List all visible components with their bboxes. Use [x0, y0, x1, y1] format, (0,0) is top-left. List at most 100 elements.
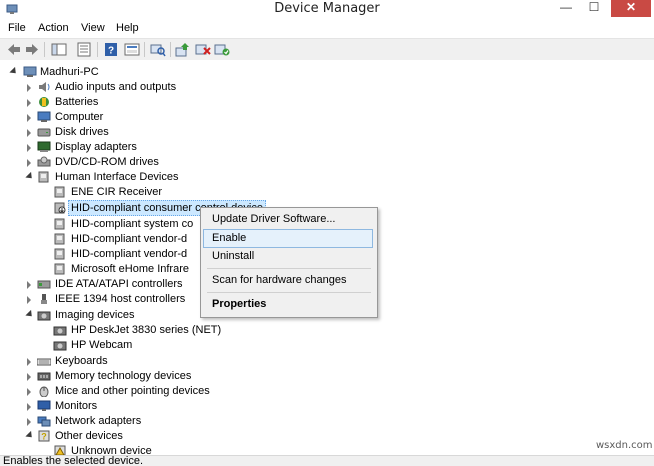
- tree-root[interactable]: Madhuri-PC: [0, 65, 200, 80]
- toolbar-separator: [97, 42, 98, 57]
- expand-arrow-icon[interactable]: [27, 373, 31, 381]
- tree-item-label: Batteries: [55, 96, 99, 108]
- tree-item-hp-deskjet[interactable]: HP DeskJet 3830 series (NET): [0, 323, 222, 338]
- battery-icon: [39, 97, 49, 107]
- toolbar-separator: [144, 42, 145, 57]
- context-separator: [207, 292, 371, 293]
- tree-item-batteries[interactable]: Batteries: [0, 95, 200, 110]
- tree-item-hid-system-control[interactable]: HID-compliant system co: [0, 217, 200, 232]
- back-icon[interactable]: [6, 42, 22, 57]
- forward-icon[interactable]: [24, 42, 40, 57]
- unknown-device-icon: [54, 445, 66, 455]
- mouse-icon: [39, 386, 49, 397]
- enable-icon[interactable]: [214, 42, 230, 57]
- tree-item-memory-tech[interactable]: Memory technology devices: [0, 369, 200, 384]
- scan-hardware-icon[interactable]: [150, 42, 166, 57]
- toolbar: ?: [0, 38, 654, 61]
- help-icon[interactable]: ?: [103, 42, 119, 57]
- expand-arrow-icon[interactable]: [27, 159, 31, 167]
- expand-arrow-icon[interactable]: [27, 296, 31, 304]
- tree-item-hid[interactable]: Human Interface Devices: [0, 170, 220, 185]
- status-text: Enables the selected device.: [3, 455, 144, 466]
- tree-item-monitors[interactable]: Monitors: [0, 399, 200, 414]
- tree-item-ehome-infrared[interactable]: Microsoft eHome Infrare: [0, 262, 200, 277]
- tree-item-dvd-drives[interactable]: DVD/CD-ROM drives: [0, 155, 200, 170]
- context-item-label: Update Driver Software...: [212, 213, 336, 225]
- context-scan-hardware[interactable]: Scan for hardware changes: [204, 272, 372, 289]
- tree-item-hp-webcam[interactable]: HP Webcam: [0, 338, 200, 353]
- svg-text:?: ?: [108, 46, 114, 57]
- disk-drive-icon: [37, 128, 51, 137]
- context-item-label: Enable: [212, 232, 247, 244]
- menu-action[interactable]: Action: [35, 19, 72, 38]
- console-view-icon[interactable]: [124, 42, 140, 57]
- tree-item-ide-controllers[interactable]: IDE ATA/ATAPI controllers: [0, 277, 200, 292]
- maximize-button[interactable]: ☐: [583, 0, 605, 17]
- tree-item-computer[interactable]: Computer: [0, 110, 200, 125]
- tree-item-imaging[interactable]: Imaging devices: [0, 308, 200, 323]
- tree-item-other-devices[interactable]: ? Other devices: [0, 429, 200, 444]
- tree-item-keyboards[interactable]: Keyboards: [0, 354, 200, 369]
- tree-item-ene-cir[interactable]: ENE CIR Receiver: [0, 185, 200, 200]
- expand-arrow-icon[interactable]: [25, 171, 35, 182]
- show-hide-console-tree-icon[interactable]: [51, 42, 67, 57]
- expand-arrow-icon[interactable]: [27, 144, 31, 152]
- context-enable[interactable]: Enable: [203, 229, 373, 248]
- hid-disabled-device-icon: [54, 202, 66, 214]
- tree-item-network[interactable]: Network adapters: [0, 414, 200, 429]
- tree-item-mice[interactable]: Mice and other pointing devices: [0, 384, 220, 399]
- expand-arrow-icon[interactable]: [27, 99, 31, 107]
- menu-view[interactable]: View: [78, 19, 108, 38]
- tree-item-unknown-device[interactable]: Unknown device: [0, 444, 200, 455]
- title-bar: Device Manager — ☐ ✕: [0, 0, 654, 19]
- context-properties[interactable]: Properties: [204, 296, 372, 313]
- expand-arrow-icon[interactable]: [9, 66, 19, 77]
- hid-device-icon: [54, 248, 65, 260]
- expand-arrow-icon[interactable]: [25, 430, 35, 441]
- dvd-drive-icon: [37, 156, 51, 167]
- expand-arrow-icon[interactable]: [27, 129, 31, 137]
- tree-item-label: Microsoft eHome Infrare: [71, 263, 189, 275]
- close-button[interactable]: ✕: [611, 0, 651, 17]
- tree-item-audio[interactable]: Audio inputs and outputs: [0, 80, 200, 95]
- tree-item-ieee1394[interactable]: IEEE 1394 host controllers: [0, 292, 200, 307]
- expand-arrow-icon[interactable]: [25, 309, 35, 320]
- context-item-label: Properties: [212, 298, 267, 310]
- properties-icon[interactable]: [76, 42, 92, 57]
- menu-bar: File Action View Help: [0, 19, 654, 38]
- root-label: Madhuri-PC: [40, 66, 99, 78]
- watermark: wsxdn.com: [596, 440, 653, 451]
- menu-file[interactable]: File: [5, 19, 29, 38]
- expand-arrow-icon[interactable]: [27, 358, 31, 366]
- tree-item-label: Other devices: [55, 430, 123, 442]
- tree-item-hid-vendor-1[interactable]: HID-compliant vendor-d: [0, 232, 200, 247]
- expand-arrow-icon[interactable]: [27, 403, 31, 411]
- tree-item-display-adapters[interactable]: Display adapters: [0, 140, 200, 155]
- expand-arrow-icon[interactable]: [27, 418, 31, 426]
- memory-icon: [37, 372, 51, 381]
- tree-item-label: Mice and other pointing devices: [55, 385, 210, 397]
- menu-help[interactable]: Help: [113, 19, 142, 38]
- display-adapter-icon: [37, 141, 51, 152]
- context-update-driver[interactable]: Update Driver Software...: [204, 211, 372, 228]
- hid-device-icon: [54, 218, 65, 230]
- minimize-button[interactable]: —: [555, 0, 577, 17]
- uninstall-icon[interactable]: [195, 42, 211, 57]
- tree-item-label: ENE CIR Receiver: [71, 186, 163, 198]
- tree-item-label: HID-compliant vendor-d: [71, 248, 188, 260]
- expand-arrow-icon[interactable]: [27, 388, 31, 396]
- expand-arrow-icon[interactable]: [27, 281, 31, 289]
- tree-item-label: Computer: [55, 111, 104, 123]
- expand-arrow-icon[interactable]: [27, 84, 31, 92]
- toolbar-separator: [170, 42, 171, 57]
- status-bar: Enables the selected device.: [0, 455, 654, 466]
- update-driver-icon[interactable]: [175, 42, 191, 57]
- computer-icon: [23, 66, 37, 77]
- tree-item-label: Audio inputs and outputs: [55, 81, 177, 93]
- tree-item-hid-vendor-2[interactable]: HID-compliant vendor-d: [0, 247, 200, 262]
- context-uninstall[interactable]: Uninstall: [204, 248, 372, 265]
- expand-arrow-icon[interactable]: [27, 114, 31, 122]
- context-separator: [207, 268, 371, 269]
- tree-item-label: HP DeskJet 3830 series (NET): [71, 324, 222, 336]
- tree-item-disk-drives[interactable]: Disk drives: [0, 125, 200, 140]
